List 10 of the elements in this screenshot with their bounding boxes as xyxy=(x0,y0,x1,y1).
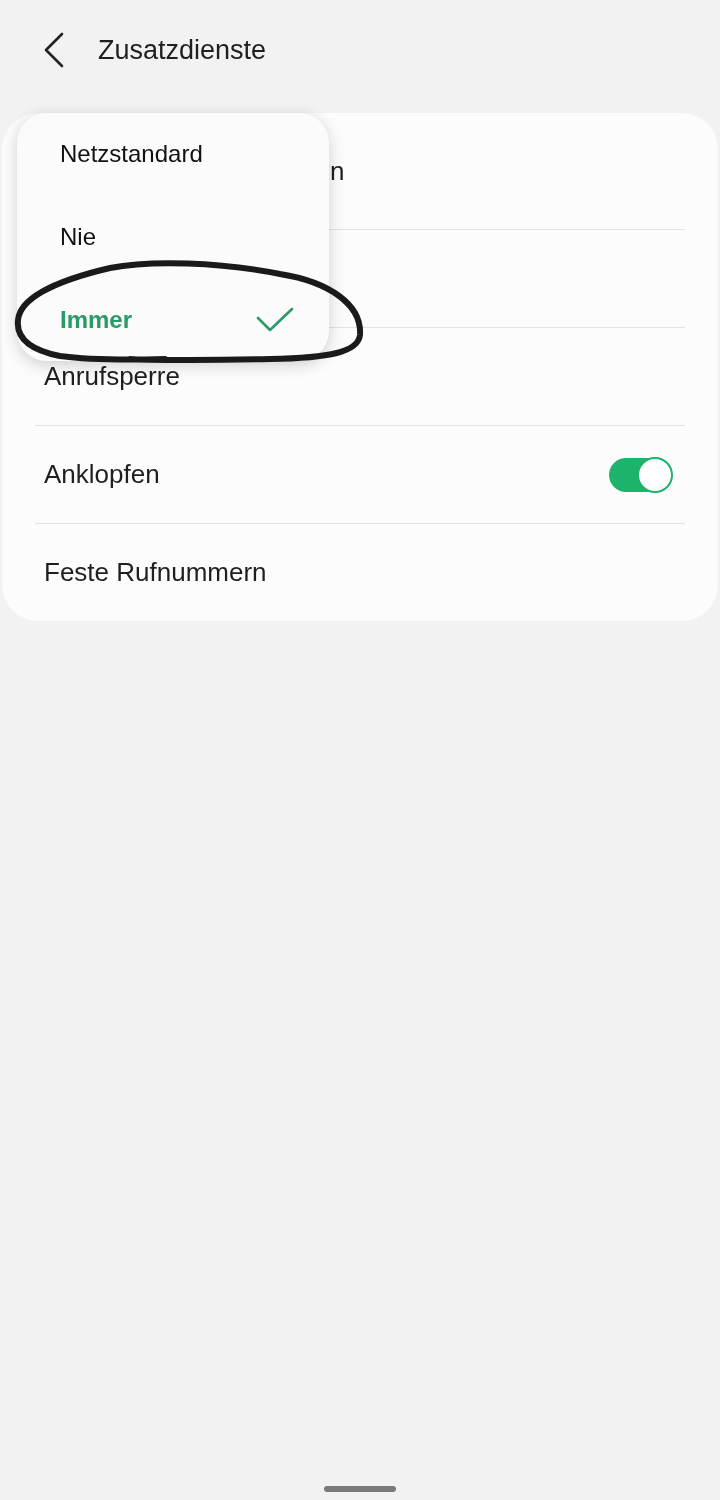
menu-item[interactable]: Netzstandard xyxy=(60,134,294,174)
setting-label[interactable]: Feste Rufnummern xyxy=(44,557,267,588)
home-indicator[interactable] xyxy=(324,1486,396,1492)
toggle-switch[interactable] xyxy=(609,457,671,492)
setting-label[interactable]: Anrufsperre xyxy=(44,361,180,392)
menu-item[interactable]: Nie xyxy=(60,217,294,257)
check-icon xyxy=(256,307,294,333)
screen-title: Zusatzdienste xyxy=(98,34,267,66)
setting-label[interactable]: Anklopfen xyxy=(44,459,160,490)
back-icon[interactable] xyxy=(43,32,65,68)
